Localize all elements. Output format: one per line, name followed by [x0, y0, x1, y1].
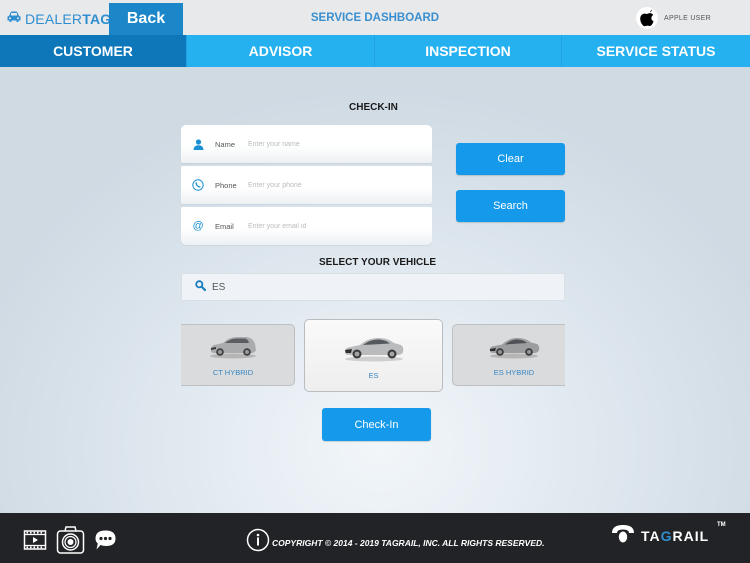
- footer: COPYRIGHT © 2014 - 2019 TAGRAIL, INC. AL…: [0, 513, 750, 563]
- name-input[interactable]: [248, 140, 418, 148]
- car-icon: [6, 10, 22, 28]
- car-image-icon: [342, 332, 406, 367]
- car-label: ES: [368, 370, 379, 380]
- apple-icon: [636, 7, 658, 29]
- tab-advisor[interactable]: ADVISOR: [187, 35, 375, 67]
- vehicle-card-es[interactable]: ES: [304, 319, 443, 392]
- logo-text: DEALERTAG: [25, 11, 112, 27]
- person-icon: [181, 138, 215, 150]
- checkin-form: Name Phone @ Email: [181, 125, 432, 248]
- search-icon: [195, 278, 207, 296]
- at-icon: @: [192, 220, 204, 232]
- email-label: Email: [215, 221, 234, 231]
- car-image-icon: [207, 333, 259, 364]
- chat-icon[interactable]: [94, 529, 117, 556]
- tagrail-mark-icon: [610, 522, 636, 549]
- tagrail-logo: TAGRAIL TM: [610, 522, 726, 549]
- main-tabs: CUSTOMER ADVISOR INSPECTION SERVICE STAT…: [0, 35, 750, 67]
- vehicle-search-box: [181, 273, 565, 301]
- tab-service-status[interactable]: SERVICE STATUS: [562, 35, 750, 67]
- header: DEALERTAG Back SERVICE DASHBOARD APPLE U…: [0, 0, 750, 35]
- vehicle-card-ct-hybrid[interactable]: CT HYBRID: [181, 324, 295, 386]
- brand-name: TAGRAIL: [641, 527, 710, 544]
- copyright-text: COPYRIGHT © 2014 - 2019 TAGRAIL, INC. AL…: [272, 537, 545, 548]
- trademark: TM: [717, 522, 726, 528]
- video-icon[interactable]: [23, 529, 47, 556]
- name-label: Name: [215, 139, 236, 149]
- tab-inspection[interactable]: INSPECTION: [375, 35, 562, 67]
- car-label: ES HYBRID: [493, 368, 535, 377]
- car-image-icon: [487, 333, 541, 364]
- search-button[interactable]: Search: [456, 190, 565, 222]
- tab-customer[interactable]: CUSTOMER: [0, 35, 187, 67]
- vehicle-card-es-hybrid[interactable]: ES HYBRID: [452, 324, 565, 386]
- phone-label: Phone: [215, 180, 237, 190]
- name-field: Name: [181, 125, 432, 163]
- phone-input[interactable]: [248, 181, 418, 189]
- email-input[interactable]: [248, 222, 418, 230]
- info-icon[interactable]: [246, 528, 270, 557]
- back-button[interactable]: Back: [109, 3, 183, 35]
- checkin-button[interactable]: Check-In: [322, 408, 431, 441]
- dealertag-logo: DEALERTAG: [6, 10, 111, 28]
- copyright: COPYRIGHT © 2014 - 2019 TAGRAIL, INC. AL…: [246, 528, 545, 557]
- footer-toolbar: [23, 525, 117, 560]
- phone-field: Phone: [181, 166, 432, 204]
- user-profile[interactable]: APPLE USER: [636, 7, 711, 29]
- vehicle-carousel[interactable]: CT HYBRID ES ES HYBRID: [181, 318, 565, 393]
- phone-icon: [181, 179, 215, 191]
- clear-button[interactable]: Clear: [456, 143, 565, 175]
- user-name: APPLE USER: [664, 14, 711, 22]
- email-field: @ Email: [181, 207, 432, 245]
- car-label: CT HYBRID: [212, 368, 254, 377]
- main-content: CHECK-IN Name Phone @ Email Clear Search…: [0, 67, 750, 513]
- camera-icon[interactable]: [56, 525, 85, 560]
- page-title: SERVICE DASHBOARD: [310, 12, 440, 24]
- vehicle-search-input[interactable]: [212, 281, 344, 293]
